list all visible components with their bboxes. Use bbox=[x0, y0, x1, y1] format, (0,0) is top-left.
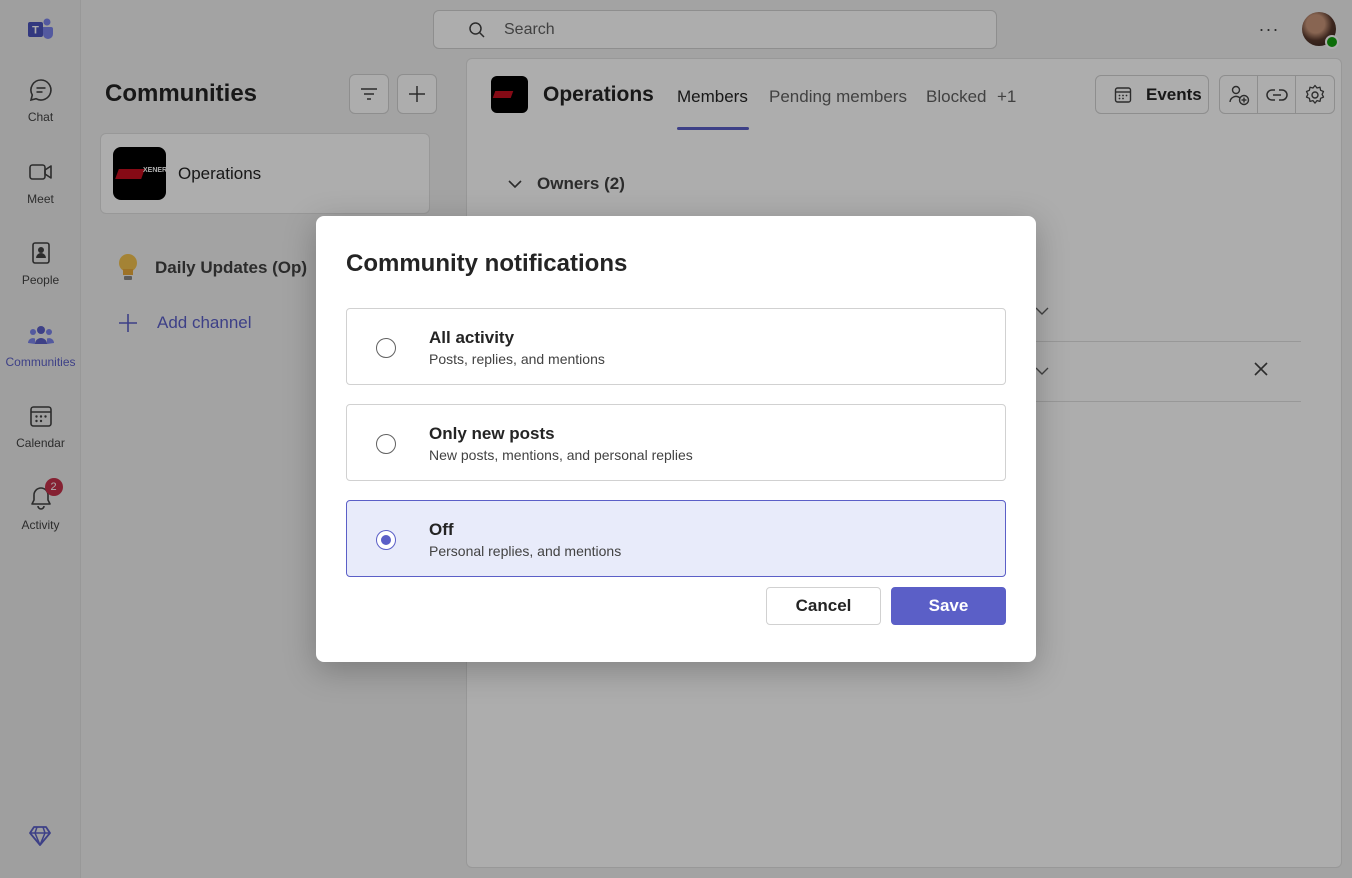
save-button[interactable]: Save bbox=[891, 587, 1006, 625]
community-notifications-dialog: Community notifications All activity Pos… bbox=[316, 216, 1036, 662]
option-off[interactable]: Off Personal replies, and mentions bbox=[346, 500, 1006, 577]
cancel-button[interactable]: Cancel bbox=[766, 587, 881, 625]
option-all-activity[interactable]: All activity Posts, replies, and mention… bbox=[346, 308, 1006, 385]
radio-button[interactable] bbox=[376, 338, 396, 358]
option-title: Only new posts bbox=[429, 424, 555, 443]
option-subtitle: Posts, replies, and mentions bbox=[429, 351, 605, 367]
option-only-new-posts[interactable]: Only new posts New posts, mentions, and … bbox=[346, 404, 1006, 481]
dialog-title: Community notifications bbox=[346, 250, 628, 277]
option-subtitle: Personal replies, and mentions bbox=[429, 543, 622, 559]
option-title: Off bbox=[429, 520, 454, 539]
option-subtitle: New posts, mentions, and personal replie… bbox=[429, 447, 693, 463]
radio-button[interactable] bbox=[376, 434, 396, 454]
option-title: All activity bbox=[429, 328, 515, 347]
radio-button-selected[interactable] bbox=[376, 530, 396, 550]
